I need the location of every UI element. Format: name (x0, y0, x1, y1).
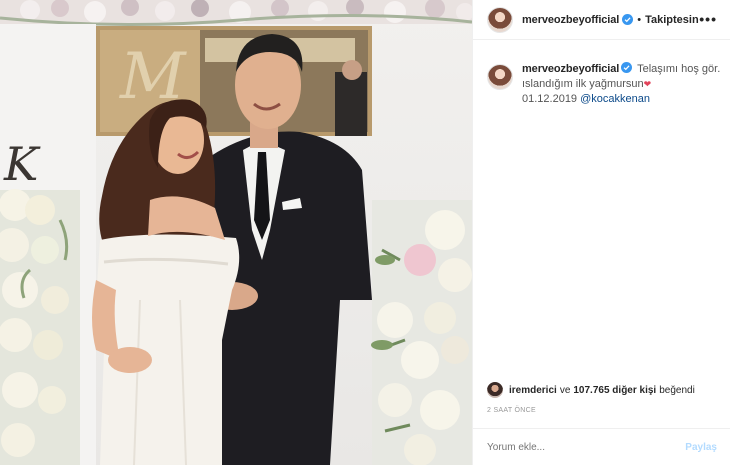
likes-count-link[interactable]: 107.765 diğer kişi (573, 385, 656, 396)
post-photo[interactable]: M K (0, 0, 472, 465)
left-flowers (0, 189, 80, 465)
flower-garland (0, 0, 472, 27)
username-link[interactable]: merveozbeyofficial (522, 14, 619, 26)
following-button[interactable]: Takiptesin (645, 14, 699, 26)
verified-badge-icon (621, 62, 633, 73)
post-side-panel: merveozbeyofficial • Takiptesin ••• merv… (472, 0, 730, 465)
caption: merveozbeyofficial Telaşımı hoş gör. ısl… (487, 62, 723, 107)
likes-connector: ve (559, 384, 571, 396)
comment-input[interactable] (487, 441, 686, 453)
right-flowers (371, 200, 472, 465)
caption-username[interactable]: merveozbeyofficial (522, 63, 619, 75)
comment-bar: Paylaş (473, 428, 730, 465)
post-timestamp[interactable]: 2 SAAT ÖNCE (487, 407, 536, 414)
caption-mention-link[interactable]: @kocakkenan (580, 93, 650, 105)
wedding-photo-illustration: M K (0, 0, 472, 465)
liker-avatar[interactable] (487, 382, 503, 398)
monogram-mirror: M (96, 26, 372, 136)
post-comment-button[interactable]: Paylaş (685, 442, 717, 453)
caption-date: 01.12.2019 (522, 93, 578, 105)
post-header: merveozbeyofficial • Takiptesin ••• (473, 0, 730, 40)
monogram-k: K (3, 137, 41, 191)
avatar[interactable] (487, 6, 513, 33)
heart-icon: ❤ (643, 79, 652, 89)
verified-badge-icon (622, 14, 634, 25)
separator-dot: • (637, 13, 642, 26)
liker-username[interactable]: iremderici (509, 385, 557, 396)
caption-text-block: merveozbeyofficial Telaşımı hoş gör. ısl… (522, 62, 723, 107)
likes-suffix: beğendi (659, 384, 695, 396)
likes-summary: iremderici ve 107.765 diğer kişi beğendi (487, 382, 695, 398)
more-options-icon[interactable]: ••• (699, 12, 717, 26)
caption-avatar[interactable] (487, 64, 513, 90)
